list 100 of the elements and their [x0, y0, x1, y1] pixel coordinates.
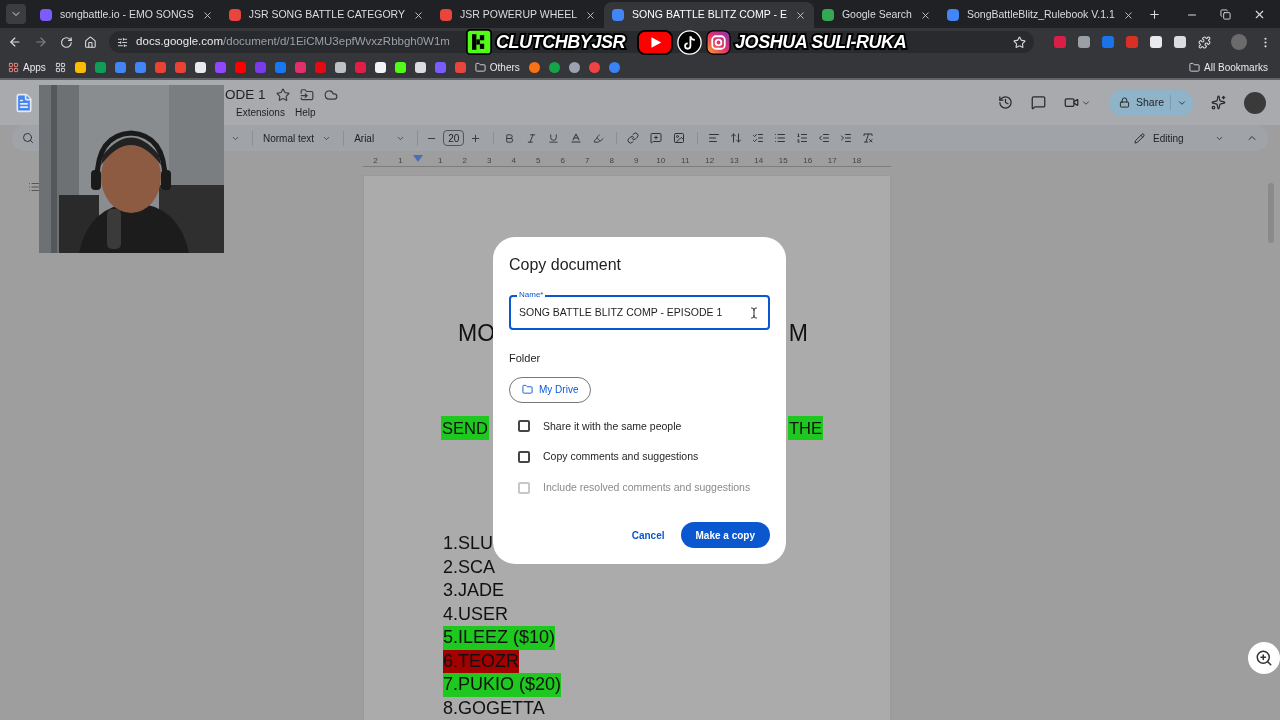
- tab-title: SONG BATTLE BLITZ COMP - E: [632, 7, 787, 23]
- star-icon[interactable]: [275, 88, 290, 102]
- extension-icon[interactable]: [1150, 36, 1162, 48]
- restore-icon[interactable]: [1220, 9, 1231, 20]
- checkbox[interactable]: [518, 420, 530, 433]
- italic-icon[interactable]: [526, 132, 538, 144]
- dialog-title: Copy document: [509, 255, 622, 275]
- cloud-icon[interactable]: [323, 88, 338, 102]
- menu-item[interactable]: Extensions: [236, 105, 285, 121]
- indent-marker-icon[interactable]: [413, 155, 423, 162]
- ruler-number: 4: [510, 155, 517, 167]
- forward-icon[interactable]: [33, 35, 48, 49]
- editing-mode-dropdown[interactable]: Editing: [1134, 130, 1224, 146]
- list-item-text: 1.SLU: [443, 532, 494, 556]
- favicon-icon: [946, 9, 959, 21]
- browser-tab[interactable]: Google Search: [813, 2, 939, 28]
- bold-icon[interactable]: [504, 132, 516, 144]
- link-icon[interactable]: [627, 132, 640, 144]
- streamer-name: JOSHUA SULI-RUKA: [735, 31, 907, 53]
- text-color-icon[interactable]: [570, 132, 583, 144]
- all-bookmarks[interactable]: All Bookmarks: [1204, 59, 1268, 75]
- make-copy-button[interactable]: Make a copy: [680, 522, 770, 548]
- tab-title: Google Search: [841, 7, 912, 23]
- share-button[interactable]: Share: [1108, 89, 1193, 116]
- align-icon[interactable]: [708, 132, 721, 144]
- font-dropdown[interactable]: Arial: [354, 130, 375, 146]
- ruler-number: 2: [372, 155, 379, 167]
- list-item-text: 4.USER: [443, 602, 509, 626]
- bookmark-icon[interactable]: [394, 61, 406, 73]
- others-bookmark-folder[interactable]: Others: [489, 59, 520, 75]
- favicon-icon: [440, 9, 452, 21]
- account-avatar[interactable]: [1244, 91, 1266, 114]
- close-icon[interactable]: [1253, 8, 1266, 21]
- decrease-indent-icon[interactable]: [818, 132, 831, 144]
- extension-icon[interactable]: [1174, 36, 1186, 48]
- close-icon[interactable]: [201, 9, 213, 21]
- bookmark-icon[interactable]: [74, 61, 86, 73]
- document-title[interactable]: ODE 1: [225, 84, 266, 106]
- cancel-button[interactable]: Cancel: [627, 522, 669, 548]
- folder-icon[interactable]: [474, 61, 486, 73]
- font-size-field[interactable]: 20: [443, 130, 465, 146]
- new-tab-icon[interactable]: [1147, 8, 1161, 21]
- checklist-icon[interactable]: [752, 132, 765, 144]
- back-icon[interactable]: [8, 35, 22, 49]
- menu-item[interactable]: Help: [294, 105, 316, 121]
- add-comment-icon[interactable]: [650, 132, 663, 144]
- reload-icon[interactable]: [59, 35, 73, 49]
- numbered-list-icon[interactable]: [796, 132, 809, 144]
- bookmark-star-icon[interactable]: [1013, 35, 1026, 49]
- image-icon[interactable]: [673, 132, 686, 144]
- highlight-icon[interactable]: [593, 132, 605, 144]
- ruler-number: 12: [704, 155, 716, 167]
- ruler-number: 9: [633, 155, 640, 167]
- tiktok-icon: [677, 29, 703, 55]
- name-input[interactable]: SONG BATTLE BLITZ COMP - EPISODE 1: [519, 304, 748, 321]
- bookmark-icon[interactable]: [374, 61, 386, 73]
- style-dropdown[interactable]: Normal text: [263, 130, 315, 146]
- increase-size-icon[interactable]: [470, 132, 482, 144]
- bookmark-icon[interactable]: [194, 61, 206, 73]
- bookmark-icon[interactable]: [568, 61, 580, 73]
- browser-tab[interactable]: JSR SONG BATTLE CATEGORY: [220, 2, 432, 28]
- move-icon[interactable]: [299, 88, 314, 102]
- close-icon[interactable]: [585, 9, 597, 21]
- browser-tab[interactable]: SONG BATTLE BLITZ COMP - E: [604, 2, 814, 28]
- url-path: /document/d/1EiCMU3epfWvxzRbbgh0W1m: [223, 34, 450, 50]
- browser-tab[interactable]: songbattle.io - EMO SONGS: [32, 2, 221, 28]
- extensions-icon[interactable]: [1198, 35, 1211, 49]
- folder-icon[interactable]: [1189, 61, 1201, 73]
- ruler-number: 11: [680, 155, 691, 167]
- tab-title: JSR POWERUP WHEEL: [460, 7, 578, 23]
- comments-icon[interactable]: [1030, 95, 1046, 110]
- apps-icon[interactable]: [8, 61, 19, 73]
- grid-icon[interactable]: [54, 61, 66, 73]
- sparkle-icon[interactable]: [1211, 95, 1226, 110]
- home-icon[interactable]: [84, 35, 98, 49]
- url-host: docs.google.com: [136, 34, 224, 50]
- extension-icon[interactable]: [1078, 36, 1090, 48]
- bulleted-list-icon[interactable]: [774, 132, 787, 144]
- checkbox[interactable]: [518, 451, 530, 464]
- apps-bookmark[interactable]: Apps: [23, 59, 46, 75]
- video-call-icon[interactable]: [1063, 95, 1079, 110]
- browser-tab[interactable]: SongBattleBlitz_Rulebook V.1.1: [938, 2, 1142, 28]
- browser-tab[interactable]: JSR POWERUP WHEEL: [432, 2, 605, 28]
- close-icon[interactable]: [413, 9, 424, 21]
- close-icon[interactable]: [1122, 9, 1134, 21]
- close-icon[interactable]: [919, 9, 931, 21]
- option-label: Copy comments and suggestions: [543, 449, 699, 465]
- bookmark-icon[interactable]: [334, 61, 346, 73]
- line-spacing-icon[interactable]: [730, 132, 743, 144]
- close-icon[interactable]: [794, 9, 806, 21]
- outline-icon[interactable]: [28, 181, 40, 193]
- increase-indent-icon[interactable]: [840, 132, 853, 144]
- underline-icon[interactable]: [548, 132, 560, 144]
- site-settings-icon[interactable]: [117, 36, 129, 48]
- tab-search-button[interactable]: [6, 4, 26, 24]
- clear-formatting-icon[interactable]: [862, 132, 875, 144]
- history-icon[interactable]: [997, 95, 1013, 110]
- zoom-button[interactable]: [1248, 642, 1280, 674]
- search-icon[interactable]: [22, 132, 34, 144]
- bookmark-icon[interactable]: [414, 61, 426, 73]
